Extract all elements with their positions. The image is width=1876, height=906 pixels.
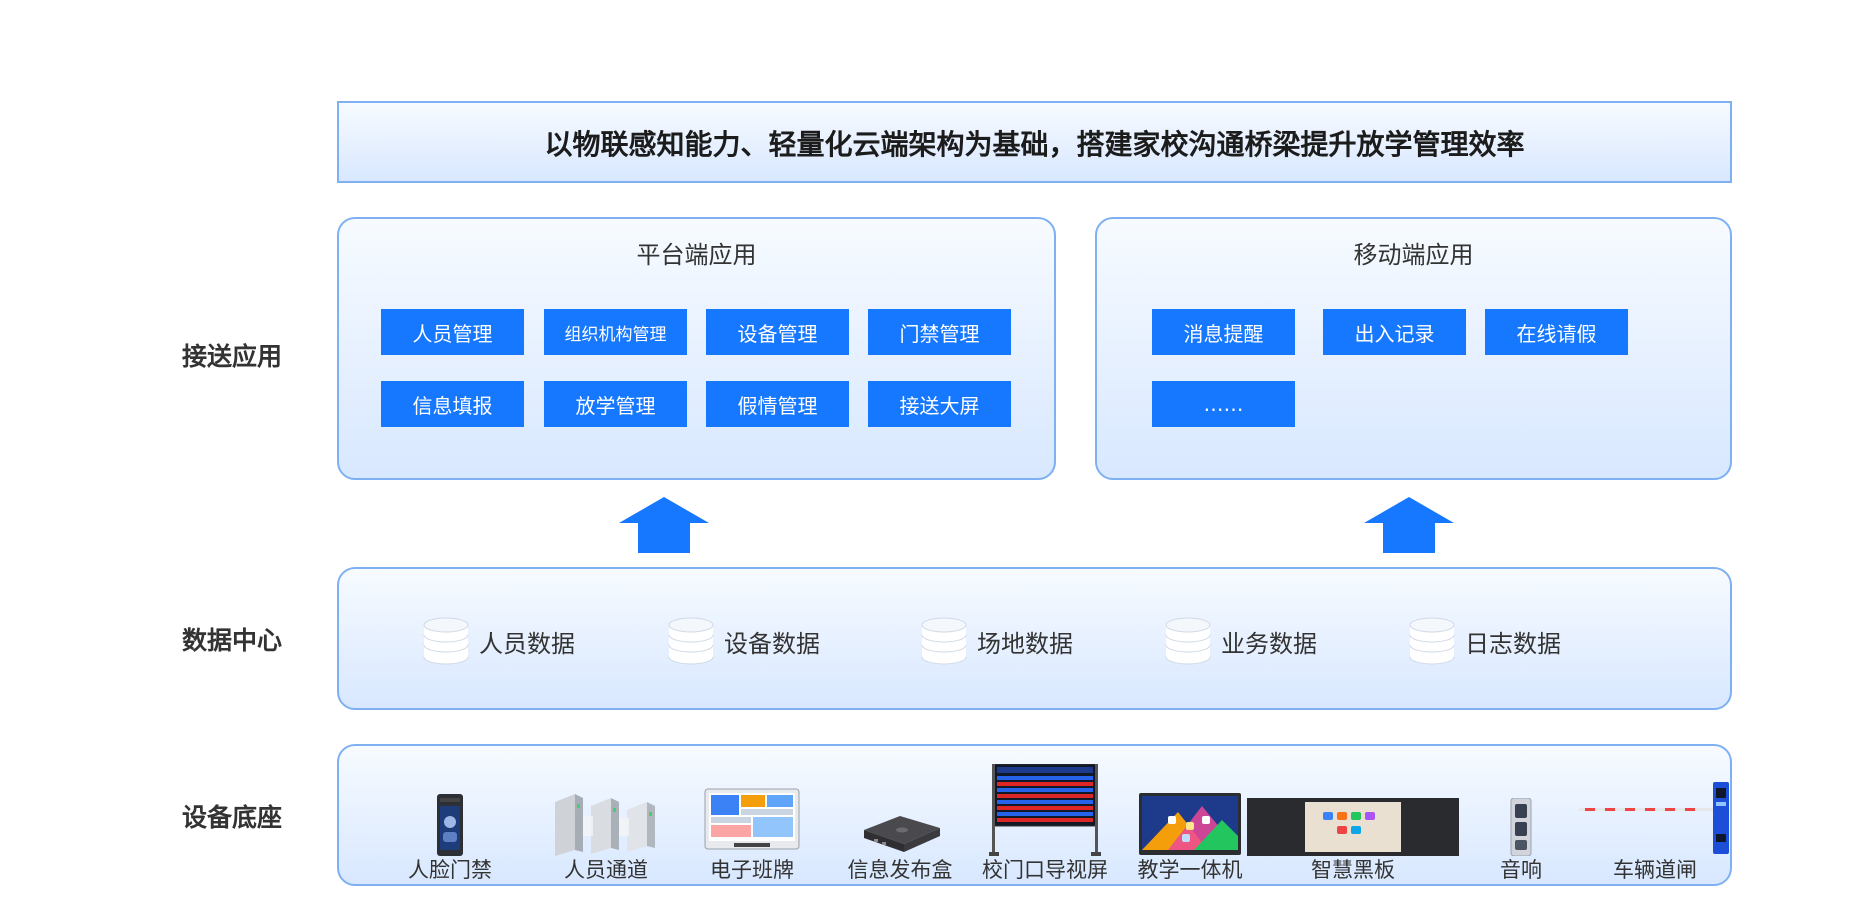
- device-base-panel: 人脸门禁 人员通道 电子班牌 信息发布盒 校门口导视屏 教学一体机 智慧黑板 音…: [337, 744, 1732, 886]
- headline-banner: 以物联感知能力、轻量化云端架构为基础，搭建家校沟通桥梁提升放学管理效率: [337, 101, 1732, 183]
- device-smart-blackboard: 智慧黑板: [1247, 746, 1459, 886]
- device-label: 智慧黑板: [1311, 858, 1395, 882]
- device-gate-screen: 校门口导视屏: [982, 746, 1108, 886]
- device-label: 音响: [1500, 858, 1542, 882]
- headline-text: 以物联感知能力、轻量化云端架构为基础，搭建家校沟通桥梁提升放学管理效率: [544, 128, 1525, 161]
- mobile-title: 移动端应用: [1353, 241, 1474, 269]
- device-class-board: 电子班牌: [704, 746, 800, 886]
- architecture-diagram: 以物联感知能力、轻量化云端架构为基础，搭建家校沟通桥梁提升放学管理效率 接送应用…: [0, 0, 1876, 906]
- data-center-panel: 人员数据 设备数据 场地数据 业务数据 日志数据: [337, 567, 1732, 710]
- media-box-icon: [864, 816, 940, 852]
- mobile-item-leave-request[interactable]: 在线请假: [1485, 309, 1628, 355]
- data-item-label: 场地数据: [977, 629, 1073, 658]
- database-icon: [668, 617, 714, 665]
- platform-item-dismissal[interactable]: 放学管理: [544, 381, 687, 427]
- class-board-icon: [704, 788, 800, 850]
- data-item-label: 人员数据: [479, 629, 575, 658]
- speaker-icon: [1510, 798, 1532, 856]
- barrier-gate-icon: [1579, 782, 1729, 854]
- device-turnstile: 人员通道: [551, 746, 661, 886]
- data-item-venue: 场地数据: [921, 617, 1073, 665]
- platform-item-access[interactable]: 门禁管理: [868, 309, 1011, 355]
- data-item-log: 日志数据: [1409, 617, 1561, 665]
- data-item-label: 日志数据: [1465, 629, 1561, 658]
- device-label: 人脸门禁: [408, 858, 492, 882]
- device-label: 信息发布盒: [847, 858, 953, 882]
- smart-display-icon: [1139, 793, 1241, 855]
- device-info-box: 信息发布盒: [848, 746, 953, 886]
- device-label: 人员通道: [564, 858, 648, 882]
- row-label-data: 数据中心: [182, 626, 283, 655]
- platform-panel: 平台端应用 人员管理 组织机构管理 设备管理 门禁管理 信息填报 放学管理 假情…: [337, 217, 1056, 480]
- mobile-item-more[interactable]: ……: [1152, 381, 1295, 427]
- up-arrow-icon: [1364, 497, 1454, 553]
- data-item-label: 设备数据: [724, 629, 820, 658]
- led-screen-icon: [989, 764, 1101, 856]
- platform-item-pickup-screen[interactable]: 接送大屏: [868, 381, 1011, 427]
- row-label-device: 设备底座: [182, 803, 283, 832]
- row-label-app: 接送应用: [182, 342, 283, 371]
- device-speaker: 音响: [1500, 746, 1542, 886]
- device-label: 车辆道闸: [1613, 858, 1697, 882]
- platform-item-info-fill[interactable]: 信息填报: [381, 381, 524, 427]
- face-terminal-icon: [437, 794, 463, 856]
- platform-title: 平台端应用: [636, 241, 757, 269]
- database-icon: [423, 617, 469, 665]
- data-item-personnel: 人员数据: [423, 617, 575, 665]
- device-vehicle-barrier: 车辆道闸: [1579, 746, 1731, 886]
- data-item-label: 业务数据: [1221, 629, 1317, 658]
- turnstile-icon: [555, 794, 655, 856]
- platform-item-leave[interactable]: 假情管理: [706, 381, 849, 427]
- device-label: 电子班牌: [710, 858, 794, 882]
- platform-item-organization[interactable]: 组织机构管理: [544, 309, 687, 355]
- smart-blackboard-icon: [1247, 798, 1459, 856]
- device-face-access: 人脸门禁: [408, 746, 492, 886]
- up-arrow-icon: [619, 497, 709, 553]
- data-item-device: 设备数据: [668, 617, 820, 665]
- mobile-item-records[interactable]: 出入记录: [1323, 309, 1466, 355]
- database-icon: [921, 617, 967, 665]
- device-label: 校门口导视屏: [982, 858, 1108, 882]
- database-icon: [1409, 617, 1455, 665]
- platform-item-personnel[interactable]: 人员管理: [381, 309, 524, 355]
- database-icon: [1165, 617, 1211, 665]
- data-item-business: 业务数据: [1165, 617, 1317, 665]
- mobile-panel: 移动端应用 消息提醒 出入记录 在线请假 ……: [1095, 217, 1732, 480]
- platform-item-device[interactable]: 设备管理: [706, 309, 849, 355]
- mobile-item-notify[interactable]: 消息提醒: [1152, 309, 1295, 355]
